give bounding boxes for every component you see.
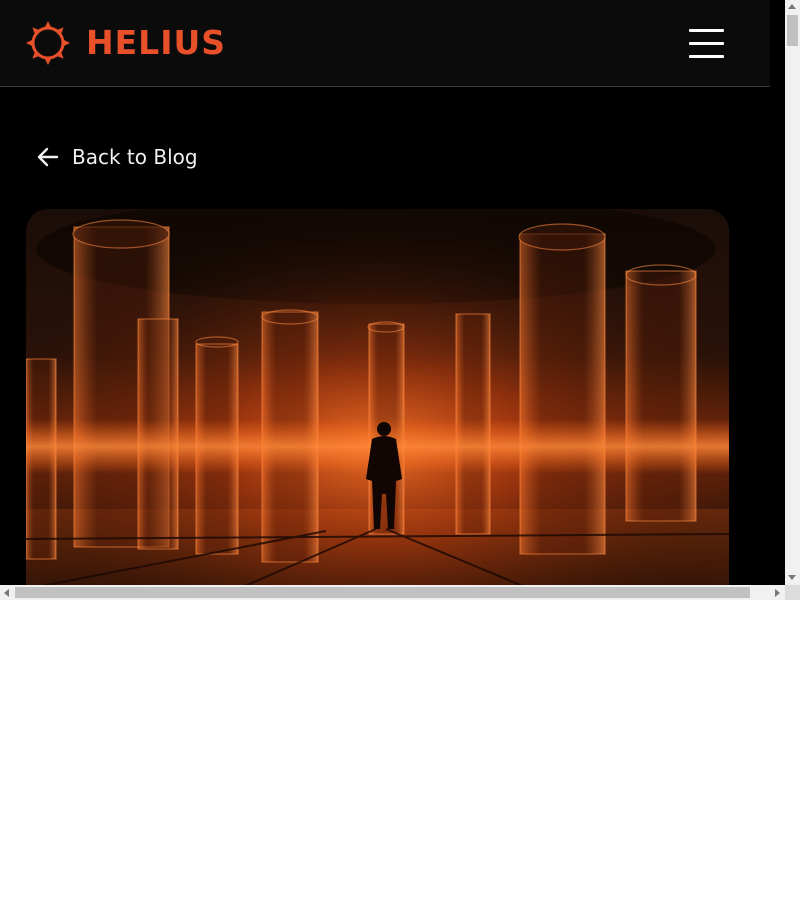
scrollbar-corner	[785, 585, 800, 600]
back-to-blog-label: Back to Blog	[72, 145, 198, 169]
page-viewport: HELIUS Back to Blog	[0, 0, 785, 585]
hero-image	[26, 209, 729, 585]
brand-name: HELIUS	[86, 23, 227, 62]
hamburger-menu-icon	[689, 42, 724, 45]
glowing-cylinders-hero-image	[26, 209, 729, 585]
scroll-right-icon[interactable]	[775, 589, 780, 597]
hamburger-menu-icon	[689, 29, 724, 32]
hamburger-menu-button[interactable]	[686, 27, 726, 59]
scroll-down-icon[interactable]	[788, 575, 796, 580]
vertical-scroll-thumb[interactable]	[787, 15, 798, 46]
horizontal-scrollbar[interactable]	[0, 585, 785, 600]
vertical-scrollbar[interactable]	[785, 0, 800, 585]
horizontal-scroll-thumb[interactable]	[15, 587, 750, 598]
back-to-blog-link[interactable]: Back to Blog	[36, 140, 198, 174]
hamburger-menu-icon	[689, 55, 724, 58]
site-header: HELIUS	[0, 0, 770, 87]
brand-logo-link[interactable]: HELIUS	[25, 20, 226, 66]
arrow-left-icon	[37, 147, 59, 167]
scroll-up-icon[interactable]	[788, 4, 796, 9]
scroll-left-icon[interactable]	[4, 589, 9, 597]
helius-sun-icon	[26, 21, 70, 65]
